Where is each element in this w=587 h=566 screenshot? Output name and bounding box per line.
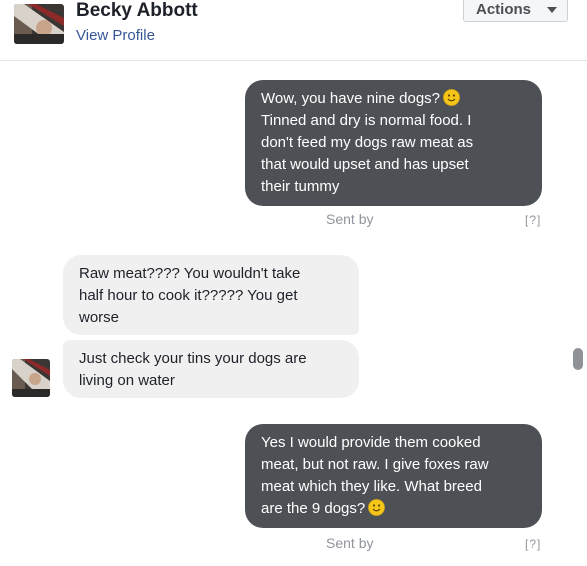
smile-emoji-icon [368,499,386,516]
message-line: don't feed my dogs raw meat as [261,134,474,151]
message-line: half hour to cook it????? You get [79,287,298,304]
contact-name[interactable]: Becky Abbott [76,0,198,22]
actions-button[interactable]: Actions [463,0,568,22]
scrollbar-thumb[interactable] [573,348,583,370]
message-line: Wow, you have nine dogs? [261,88,528,110]
actions-label: Actions [476,1,532,18]
outgoing-message: Yes I would provide them cooked meat, bu… [245,424,542,528]
message-line: that would upset and has upset [261,156,469,173]
message-line: meat which they like. What breed [261,478,482,495]
message-line: Just check your tins your dogs are [79,350,307,367]
sent-by-label: Sent by [326,535,374,551]
help-marker[interactable]: [?] [525,213,541,227]
message-line: their tummy [261,178,340,195]
message-line: living on water [79,372,175,389]
sender-avatar[interactable] [12,359,50,397]
sent-by-label: Sent by [326,211,374,227]
profile-avatar[interactable] [14,4,64,44]
conversation-header: Becky Abbott View Profile Actions [0,0,587,61]
message-line: Tinned and dry is normal food. I [261,112,472,129]
chevron-down-icon [547,7,557,13]
help-marker[interactable]: [?] [525,537,541,551]
incoming-message: Just check your tins your dogs are livin… [63,340,359,398]
message-line: Raw meat???? You wouldn't take [79,265,301,282]
message-line: worse [79,309,120,326]
incoming-message: Raw meat???? You wouldn't take half hour… [63,255,359,335]
message-line: are the 9 dogs? [261,498,528,520]
outgoing-message: Wow, you have nine dogs? Tinned and dry … [245,80,542,206]
view-profile-link[interactable]: View Profile [76,27,155,44]
message-line: meat, but not raw. I give foxes raw [261,456,489,473]
message-line: Yes I would provide them cooked [261,434,481,451]
smile-emoji-icon [443,89,460,106]
